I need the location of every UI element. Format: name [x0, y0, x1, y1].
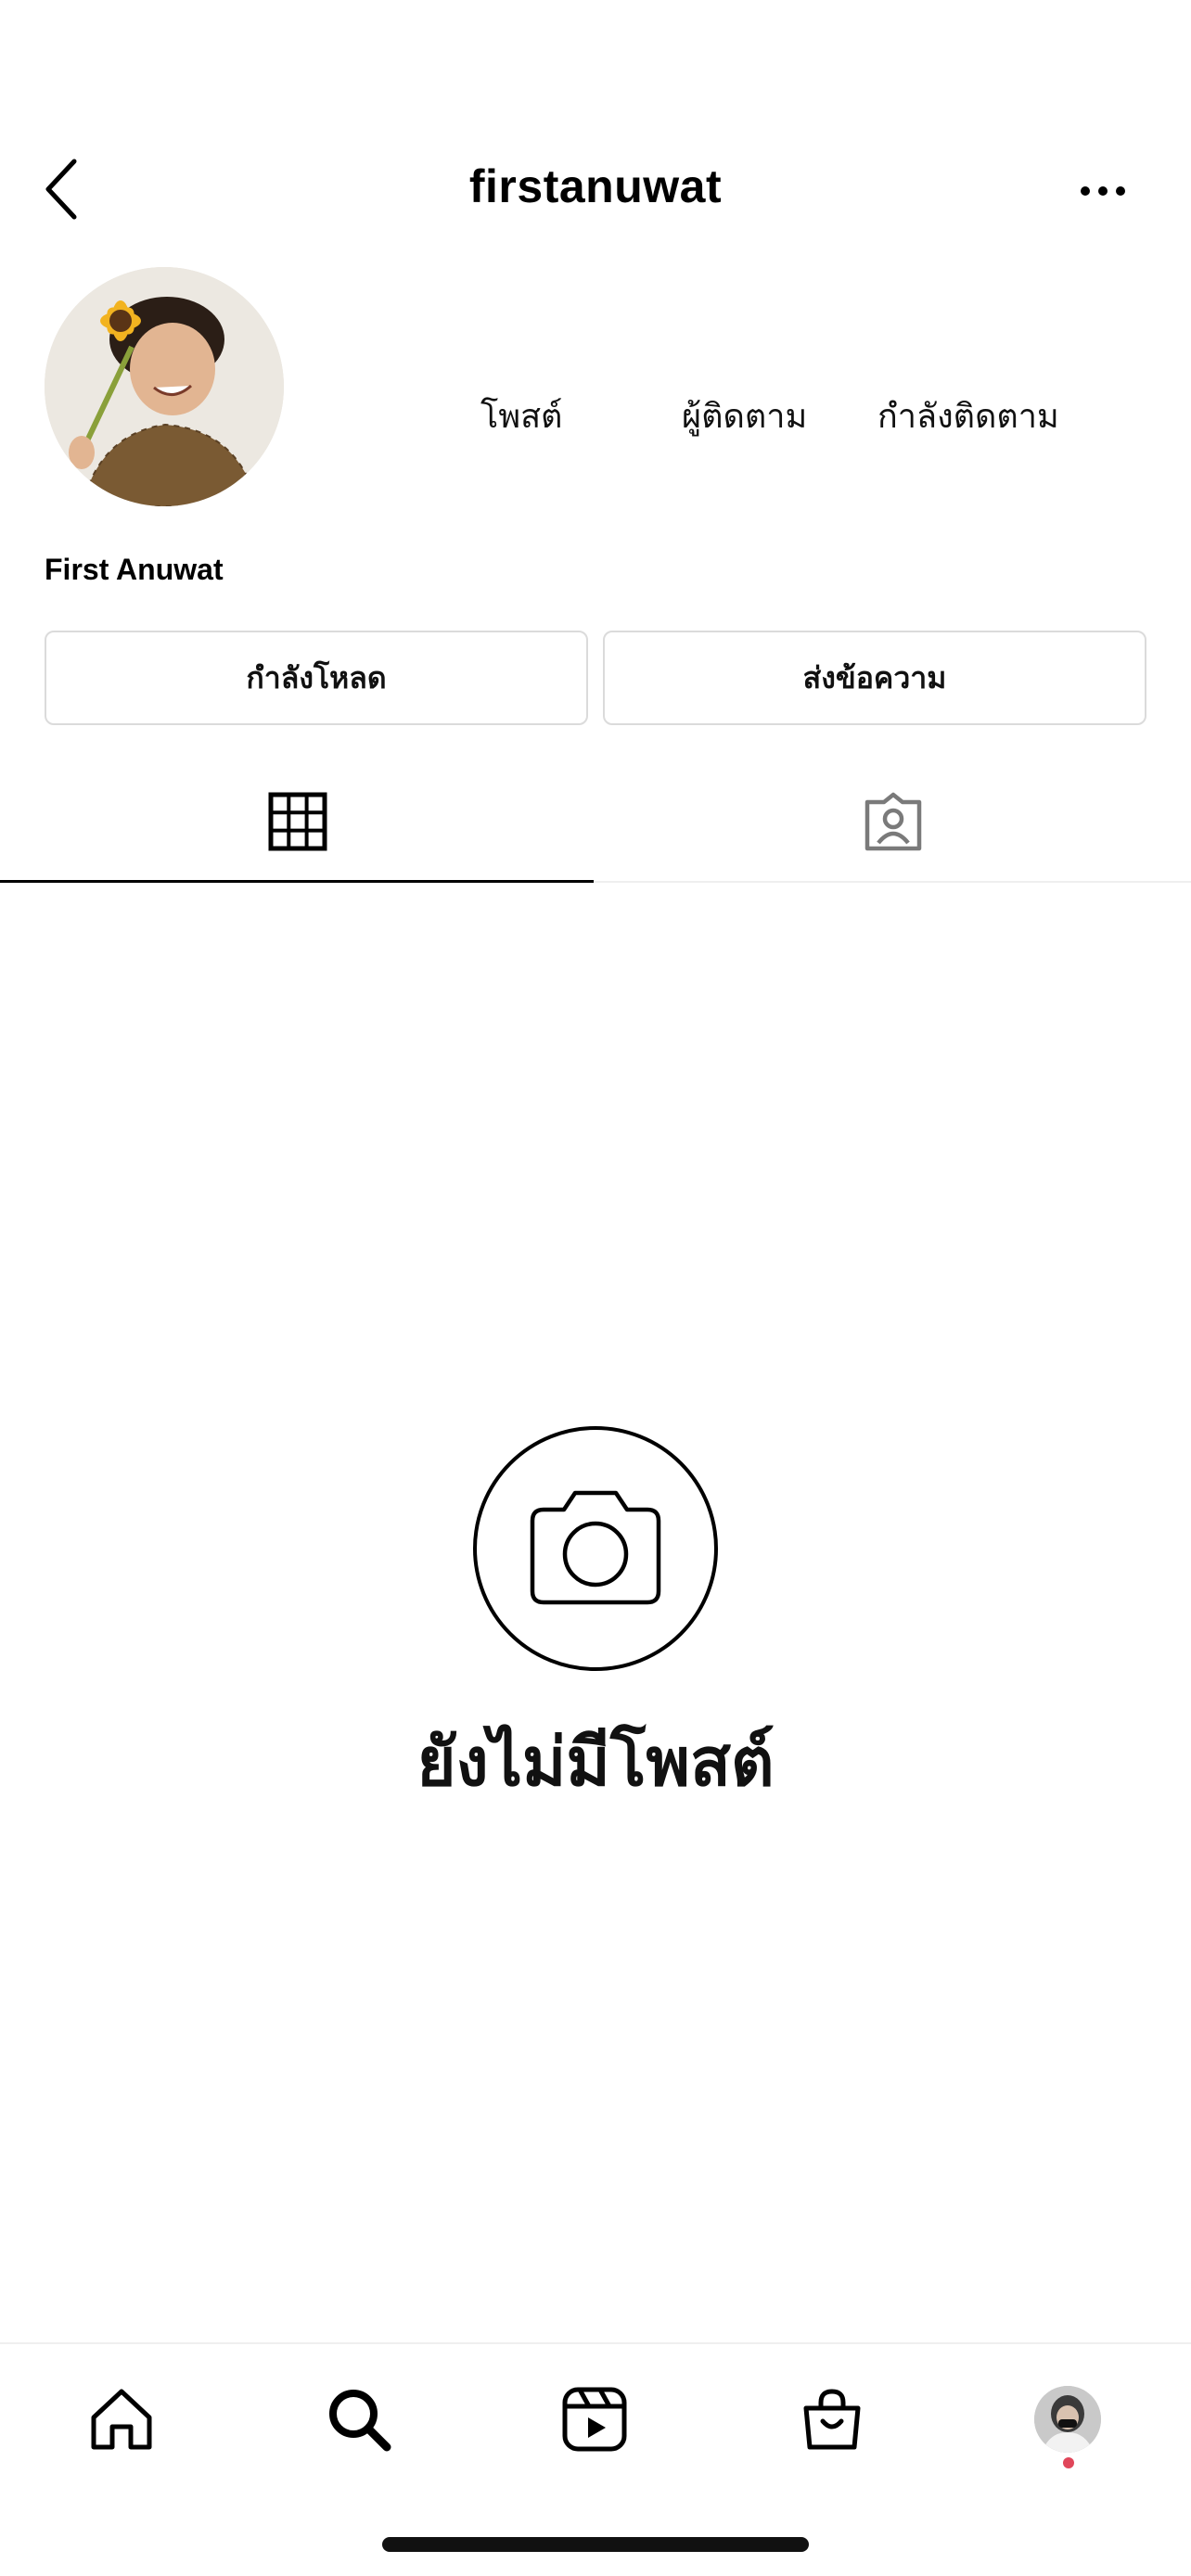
nav-shop[interactable]: [790, 2378, 874, 2461]
tagged-user-icon: [864, 792, 922, 851]
following-count-label[interactable]: กำลังติดตาม: [877, 389, 1059, 442]
nav-search[interactable]: [317, 2378, 401, 2461]
notification-dot: [1063, 2457, 1074, 2468]
message-button[interactable]: ส่งข้อความ: [603, 631, 1146, 725]
avatar: [1034, 2386, 1101, 2453]
profile-page: firstanuwat โพสต์ ผู้ติดตาม กำลังติดตาม …: [0, 0, 1191, 2576]
tab-posts-grid[interactable]: [0, 760, 596, 883]
more-horizontal-icon: [1081, 186, 1125, 196]
nav-reels[interactable]: [553, 2378, 636, 2461]
follow-status-button[interactable]: กำลังโหลด: [45, 631, 588, 725]
camera-icon: [473, 1426, 718, 1671]
grid-icon: [268, 792, 327, 851]
active-tab-indicator: [0, 880, 594, 883]
profile-avatar[interactable]: [45, 267, 284, 506]
posts-count-label[interactable]: โพสต์: [480, 389, 562, 442]
home-icon: [91, 2389, 152, 2450]
shopping-bag-icon: [803, 2389, 861, 2450]
bottom-navigation: [0, 2342, 1191, 2481]
profile-photo: [45, 267, 284, 506]
followers-count-label[interactable]: ผู้ติดตาม: [682, 389, 807, 442]
tab-tagged[interactable]: [596, 760, 1191, 883]
profile-tabs: [0, 760, 1191, 883]
profile-username: firstanuwat: [468, 160, 723, 212]
home-indicator[interactable]: [382, 2537, 809, 2552]
more-options-button[interactable]: [1080, 182, 1126, 200]
display-name: First Anuwat: [45, 553, 224, 586]
profile-stats: โพสต์ ผู้ติดตาม กำลังติดตาม: [0, 389, 1191, 445]
user-photo: [1034, 2386, 1101, 2453]
nav-home[interactable]: [80, 2378, 163, 2461]
reels-icon: [562, 2387, 627, 2452]
empty-state-icon: [471, 1424, 720, 1673]
nav-profile[interactable]: [1026, 2378, 1109, 2461]
search-icon: [329, 2390, 391, 2452]
empty-state-text: ยังไม่มีโพสต์: [416, 1723, 775, 1801]
